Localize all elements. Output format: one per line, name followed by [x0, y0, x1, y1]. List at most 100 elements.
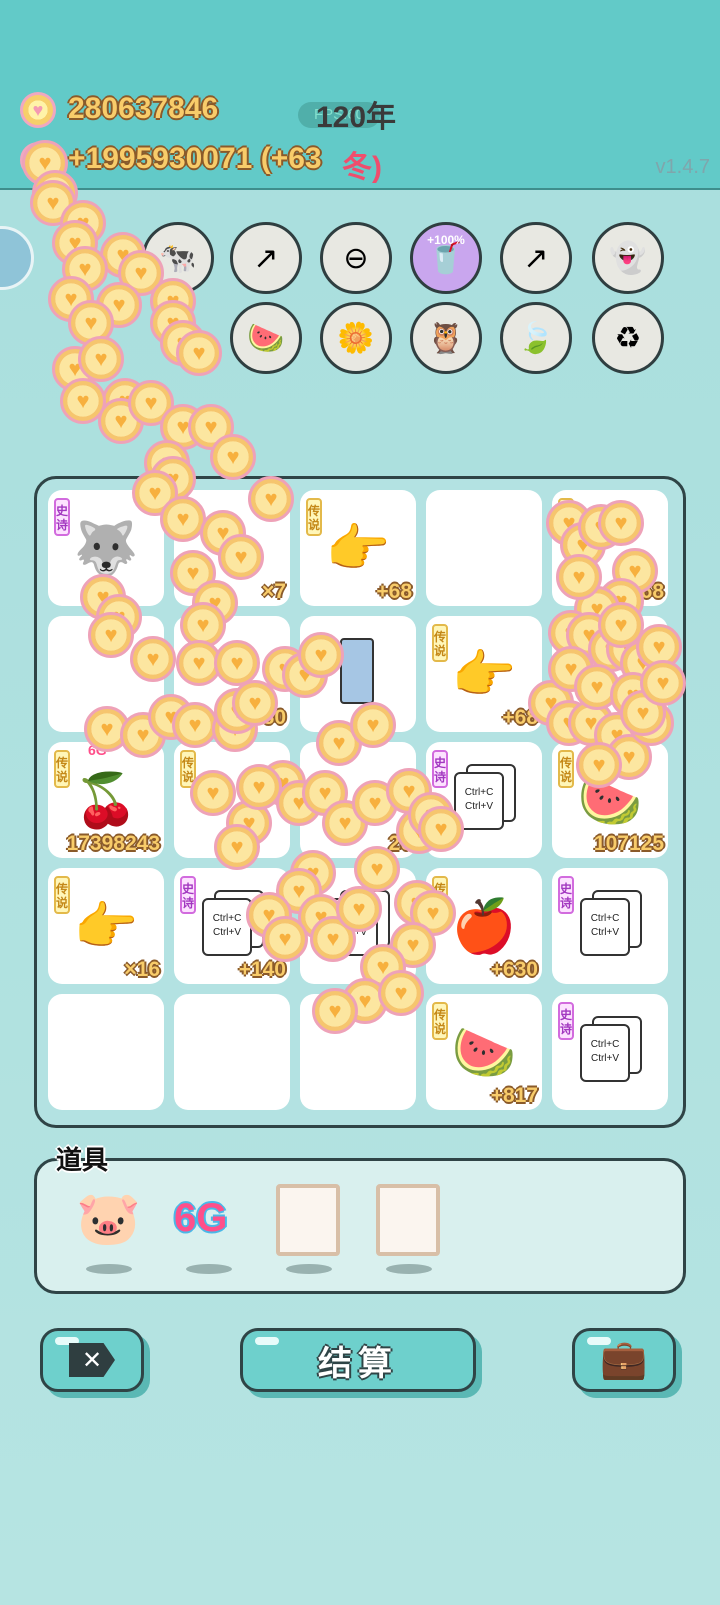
- paste-label: Ctrl+V: [212, 927, 242, 938]
- settle-button[interactable]: 结算: [240, 1328, 476, 1392]
- close-icon: ✕: [69, 1343, 115, 1377]
- heart-icon: ♥: [318, 780, 332, 805]
- copy-paste-icon: Ctrl+C Ctrl+V: [202, 898, 252, 956]
- heart-icon: ♥: [368, 790, 382, 815]
- heart-icon: ♥: [146, 646, 160, 671]
- board-cell-pointing-hand[interactable]: 传说 👉 +68: [300, 490, 416, 606]
- arrow-up-icon[interactable]: ↗: [500, 222, 572, 294]
- bag-button[interactable]: 💼: [572, 1328, 676, 1392]
- heart-icon: ♥: [114, 408, 128, 433]
- leaf-icon[interactable]: 🍃: [500, 302, 572, 374]
- heart-icon: ♥: [358, 988, 372, 1013]
- heart-icon: ♥: [134, 260, 148, 285]
- heart-icon: ♥: [622, 744, 636, 769]
- powerup-glyph: 🦉: [427, 321, 465, 355]
- board-cell[interactable]: [174, 994, 290, 1110]
- coin-icon: ♥: [20, 92, 56, 128]
- flying-coin-icon: ♥: [418, 806, 464, 852]
- heart-icon: ♥: [104, 622, 118, 647]
- flying-coin-icon: ♥: [218, 534, 264, 580]
- flying-coin-icon: ♥: [598, 500, 644, 546]
- heart-icon: ♥: [204, 414, 218, 439]
- heart-icon: ♥: [366, 712, 380, 737]
- minus-icon[interactable]: ⊖: [320, 222, 392, 294]
- shadow: [286, 1264, 332, 1274]
- piggy-bank-icon[interactable]: 🐷: [76, 1188, 142, 1260]
- flying-coin-icon: ♥: [350, 702, 396, 748]
- flying-coin-icon: ♥: [176, 330, 222, 376]
- ghost-icon[interactable]: 👻: [592, 222, 664, 294]
- gpu-icon: [340, 638, 374, 704]
- pointing-hand-icon: 👉: [451, 645, 517, 704]
- heart-icon: ♥: [614, 510, 628, 535]
- flying-coin-icon: ♥: [312, 988, 358, 1034]
- board-cell-watermelon[interactable]: 传说 🍉 +817: [426, 994, 542, 1110]
- flying-coin-icon: ♥: [262, 916, 308, 962]
- heart-icon: ♥: [84, 310, 98, 335]
- cell-value: +817: [490, 1084, 538, 1107]
- heart-icon: ♥: [590, 674, 604, 699]
- copy-label: Ctrl+C: [590, 1039, 620, 1050]
- heart-icon: ♥: [406, 932, 420, 957]
- copy-paste-icon: Ctrl+C Ctrl+V: [580, 898, 630, 956]
- board-cell-pointing-hand[interactable]: 传说 👉 ×16: [48, 868, 164, 984]
- flying-coin-icon: ♥: [130, 636, 176, 682]
- heart-icon: ♥: [652, 634, 666, 659]
- flying-coin-icon: ♥: [640, 660, 686, 706]
- frame-icon[interactable]: [376, 1184, 440, 1256]
- board-cell-cherry[interactable]: 传说🍒6G17398243: [48, 742, 164, 858]
- 6g-icon[interactable]: 6G: [174, 1196, 240, 1268]
- heart-icon: ♥: [352, 896, 366, 921]
- board-cell-copy-paste[interactable]: 史诗 Ctrl+C Ctrl+V: [552, 994, 668, 1110]
- powerup-glyph: ♻: [614, 321, 642, 355]
- shine: [255, 1337, 279, 1345]
- board-cell-copy-paste[interactable]: 史诗 Ctrl+C Ctrl+V: [552, 868, 668, 984]
- epic-rarity-tag: 史诗: [558, 1002, 574, 1040]
- heart-icon: ♥: [636, 700, 650, 725]
- powerup-glyph: ↗: [523, 241, 549, 275]
- cell-value: +630: [490, 958, 538, 981]
- settle-label: 结算: [318, 1344, 398, 1383]
- owl-icon[interactable]: 🦉: [410, 302, 482, 374]
- piggy-bank-glyph: 🐷: [76, 1190, 141, 1248]
- income-rate: +1995930071 (+63: [68, 142, 322, 175]
- board-cell[interactable]: [48, 994, 164, 1110]
- year-label: 120年: [316, 101, 397, 134]
- heart-icon: ♥: [136, 722, 150, 747]
- flying-coin-icon: ♥: [160, 496, 206, 542]
- heart-icon: ♥: [100, 716, 114, 741]
- delete-button[interactable]: ✕: [40, 1328, 144, 1392]
- flying-coin-icon: ♥: [78, 336, 124, 382]
- recycle-icon[interactable]: ♻: [592, 302, 664, 374]
- powerup-glyph: 🍉: [247, 321, 285, 355]
- apple-icon: 🍎: [451, 897, 517, 956]
- board-cell-pointing-hand[interactable]: 传说 👉 +68: [426, 616, 542, 732]
- heart-icon: ♥: [206, 780, 220, 805]
- shadow: [86, 1264, 132, 1274]
- drink-icon[interactable]: 🥤 +100%: [410, 222, 482, 294]
- heart-icon: ♥: [264, 486, 278, 511]
- flower-pot-icon[interactable]: 🌼: [320, 302, 392, 374]
- heart-icon: ♥: [426, 900, 440, 925]
- heart-icon: ♥: [326, 926, 340, 951]
- heart-icon: ♥: [314, 642, 328, 667]
- board-cell[interactable]: [426, 490, 542, 606]
- paste-label: Ctrl+V: [464, 801, 494, 812]
- paste-label: Ctrl+V: [590, 927, 620, 938]
- frame-icon[interactable]: [276, 1184, 340, 1256]
- copy-label: Ctrl+C: [590, 913, 620, 924]
- cell-value: +68: [376, 580, 412, 603]
- heart-icon: ♥: [94, 346, 108, 371]
- heart-icon: ♥: [234, 544, 248, 569]
- powerup-glyph: 🍃: [517, 321, 555, 355]
- fruit-plate-icon[interactable]: 🍉: [230, 302, 302, 374]
- heart-icon: ♥: [196, 612, 210, 637]
- props-title: 道具: [56, 1145, 109, 1175]
- arrow-up-icon[interactable]: ↗: [230, 222, 302, 294]
- version-label: v1.4.7: [655, 156, 710, 178]
- heart-icon: ♥: [394, 980, 408, 1005]
- heart-icon: ♥: [186, 560, 200, 585]
- heart-icon: ♥: [76, 388, 90, 413]
- heart-icon: ♥: [148, 480, 162, 505]
- side-menu-button[interactable]: [0, 226, 34, 290]
